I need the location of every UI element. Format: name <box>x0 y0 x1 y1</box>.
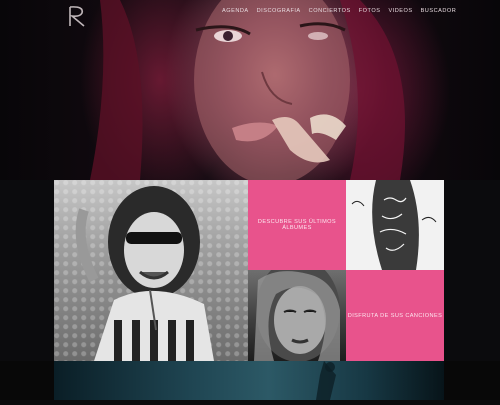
rihanna-r-logo-icon[interactable] <box>64 4 90 28</box>
main-nav: AGENDA DISCOGRAFIA CONCIERTOS FOTOS VIDE… <box>222 7 456 19</box>
photo-rihanna-sunglasses[interactable] <box>54 180 248 361</box>
nav-item-videos[interactable]: VIDEOS <box>388 7 412 19</box>
albums-tile[interactable]: DESCUBRE SUS ÚLTIMOS ÁLBUMES <box>248 180 346 270</box>
nav-item-fotos[interactable]: FOTOS <box>359 7 381 19</box>
album-cover-unapologetic[interactable] <box>346 180 444 270</box>
songs-caption[interactable]: DISFRUTA DE SUS CANCIONES <box>346 313 444 319</box>
hero-banner: AGENDA DISCOGRAFIA CONCIERTOS FOTOS VIDE… <box>0 0 500 180</box>
nav-item-conciertos[interactable]: CONCIERTOS <box>309 7 351 19</box>
video-banner[interactable] <box>54 361 444 400</box>
nav-item-discografia[interactable]: DISCOGRAFIA <box>257 7 301 19</box>
albums-caption[interactable]: DESCUBRE SUS ÚLTIMOS ÁLBUMES <box>248 219 346 231</box>
bottom-margin-right <box>444 361 500 400</box>
bottom-margin-left <box>0 361 54 400</box>
nav-item-buscador[interactable]: BUSCADOR <box>421 7 457 19</box>
nav-item-agenda[interactable]: AGENDA <box>222 7 249 19</box>
songs-tile[interactable]: DISFRUTA DE SUS CANCIONES <box>346 270 444 361</box>
photo-rihanna-portrait[interactable] <box>248 270 346 361</box>
